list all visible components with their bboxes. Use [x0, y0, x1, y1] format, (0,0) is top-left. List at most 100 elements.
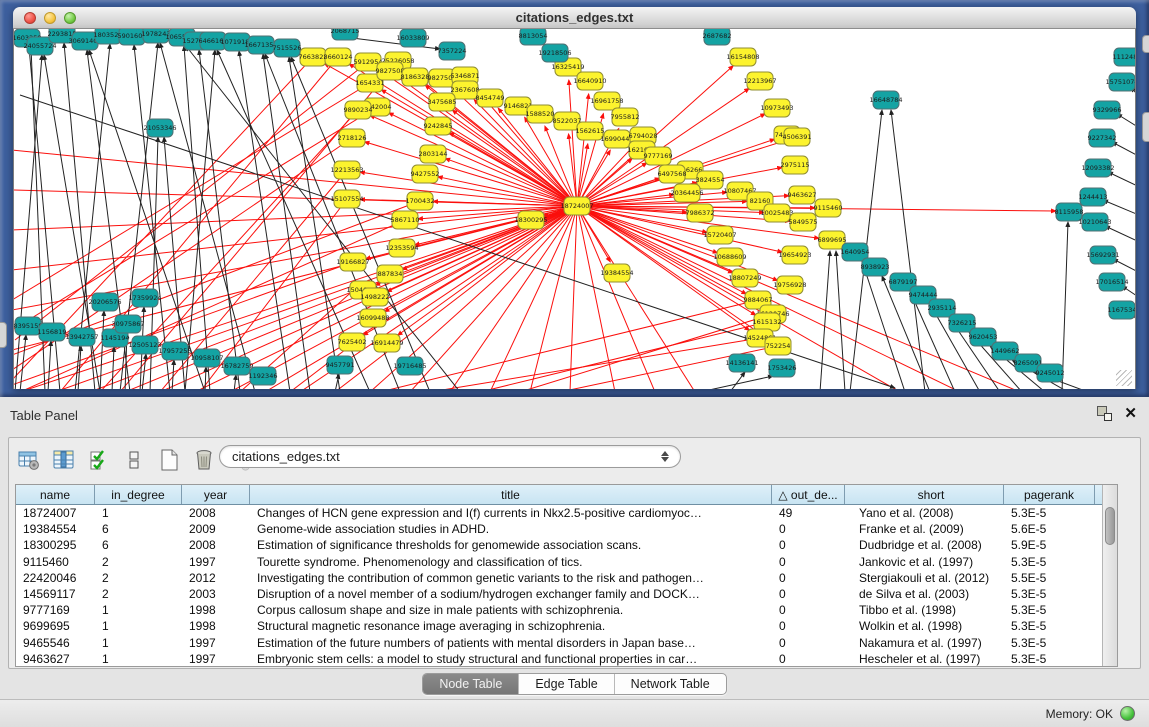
table-cell: 2008: [182, 505, 250, 521]
graph-node-label: 15107554: [330, 195, 363, 203]
table-row[interactable]: 911546021997Tourette syndrome. Phenomeno…: [16, 554, 1102, 570]
table-scrollbar[interactable]: [1102, 485, 1117, 666]
table-cell: 18300295: [16, 537, 95, 553]
graph-node-label: 1640954: [841, 248, 870, 256]
close-window-button[interactable]: [24, 12, 36, 24]
close-panel-icon[interactable]: ✕: [1124, 406, 1137, 421]
graph-node-label: 18724007: [560, 202, 593, 210]
graph-edge: [184, 46, 210, 389]
table-cell: 5.9E-5: [1004, 537, 1095, 553]
graph-node-label: 9227342: [1088, 134, 1117, 142]
right-panel-handle-top[interactable]: [1142, 35, 1149, 53]
column-header[interactable]: name: [16, 485, 95, 504]
tab-network-table[interactable]: Network Table: [615, 674, 726, 694]
table-row[interactable]: 1872400712008Changes of HCN gene express…: [16, 505, 1102, 521]
graph-node-label: 1156819: [38, 328, 67, 336]
graph-node-label: 8813054: [519, 32, 548, 40]
column-header[interactable]: △ out_de...: [772, 485, 845, 504]
table-cell: Hescheler et al. (1997): [845, 651, 1004, 666]
minimize-window-button[interactable]: [44, 12, 56, 24]
table-cell: 6: [95, 537, 182, 553]
table-cell: 5.3E-5: [1004, 635, 1095, 651]
table-row[interactable]: 946362711997Embryonic stem cells: a mode…: [16, 651, 1102, 666]
graph-node-label: 6497568: [658, 170, 687, 178]
table-settings-icon[interactable]: [17, 448, 41, 472]
graph-node-label: 12213563: [330, 166, 363, 174]
table-row[interactable]: 1830029562008Estimation of significance …: [16, 537, 1102, 553]
table-row[interactable]: 2242004622012Investigating the contribut…: [16, 570, 1102, 586]
new-table-icon[interactable]: [157, 448, 181, 472]
table-cell: 1998: [182, 618, 250, 634]
select-all-icon[interactable]: [87, 448, 111, 472]
table-cell: 1997: [182, 554, 250, 570]
table-cell: 0: [772, 635, 845, 651]
tab-node-table[interactable]: Node Table: [423, 674, 519, 694]
table-cell: 9463627: [16, 651, 95, 666]
tab-edge-table[interactable]: Edge Table: [519, 674, 614, 694]
graph-node-label: 6794028: [629, 132, 658, 140]
graph-node-label: 16782759: [220, 362, 253, 370]
table-row[interactable]: 946554611997Estimation of the future num…: [16, 635, 1102, 651]
table-panel-title: Table Panel: [10, 408, 78, 423]
table-cell: 5.3E-5: [1004, 602, 1095, 618]
graph-node-label: 16325419: [551, 63, 584, 71]
table-cell: 0: [772, 651, 845, 666]
column-header[interactable]: year: [182, 485, 250, 504]
window-resize-grip[interactable]: [1116, 370, 1132, 386]
graph-node-label: 9427552: [411, 170, 440, 178]
table-cell: 1: [95, 505, 182, 521]
column-header[interactable]: pagerank: [1004, 485, 1095, 504]
table-row[interactable]: 1938455462009Genome-wide association stu…: [16, 521, 1102, 537]
zoom-window-button[interactable]: [64, 12, 76, 24]
graph-node-label: 20206576: [88, 298, 121, 306]
graph-node-label: 5346871: [451, 72, 480, 80]
table-cell: 0: [772, 586, 845, 602]
table-selector-combobox[interactable]: citations_edges.txt: [219, 445, 681, 468]
graph-node-label: 1654331: [356, 79, 385, 87]
row-height-icon[interactable]: [122, 448, 146, 472]
table-panel-body: f(x) citations_edges.txt namein_degreeye…: [8, 437, 1141, 669]
graph-node-label: 1562615: [576, 127, 605, 135]
table-cell: 9465546: [16, 635, 95, 651]
show-columns-icon[interactable]: [52, 448, 76, 472]
application-window: citations_edges.txt 18724007766382286601…: [0, 0, 1149, 727]
graph-node-label: 18807249: [728, 274, 761, 282]
table-cell: Genome-wide association studies in ADHD.: [250, 521, 772, 537]
table-tabs: Node TableEdge TableNetwork Table: [0, 673, 1149, 695]
table-cell: Yano et al. (2008): [845, 505, 1004, 521]
table-row[interactable]: 977716911998Corpus callosum shape and si…: [16, 602, 1102, 618]
table-cell: 6: [95, 521, 182, 537]
scrollbar-thumb[interactable]: [1105, 507, 1115, 545]
graph-edge: [730, 372, 745, 389]
graph-node-label: 12093382: [1081, 164, 1114, 172]
table-cell: 49: [772, 505, 845, 521]
table-cell: 0: [772, 521, 845, 537]
delete-rows-icon[interactable]: [192, 448, 216, 472]
left-panel-handle[interactable]: [0, 322, 7, 348]
float-panel-icon[interactable]: [1097, 406, 1112, 421]
graph-node-label: 8938923: [861, 263, 890, 271]
table-cell: 5.3E-5: [1004, 554, 1095, 570]
table-cell: 5.3E-5: [1004, 505, 1095, 521]
network-window-titlebar[interactable]: citations_edges.txt: [13, 7, 1136, 29]
graph-node-label: 9329966: [1093, 106, 1122, 114]
graph-node-label: 13942757: [65, 333, 98, 341]
traffic-lights: [24, 12, 76, 24]
network-canvas[interactable]: 1872400776638228660124591295416543312342…: [13, 29, 1136, 389]
graph-node-label: 1145194: [101, 334, 130, 342]
table-cell: 1997: [182, 651, 250, 666]
network-graph[interactable]: 1872400776638228660124591295416543312342…: [14, 29, 1135, 389]
column-header[interactable]: title: [250, 485, 772, 504]
graph-node-label: 7326215: [948, 319, 977, 327]
graph-node-label: 16099488: [356, 314, 389, 322]
table-cell: Tibbo et al. (1998): [845, 602, 1004, 618]
table-row[interactable]: 969969511998Structural magnetic resonanc…: [16, 618, 1102, 634]
right-panel-handle[interactable]: [1142, 112, 1149, 142]
graph-node-label: 1244413: [1079, 193, 1108, 201]
graph-node-label: 4506391: [783, 133, 812, 141]
graph-node-label: 6899695: [818, 236, 847, 244]
column-header[interactable]: short: [845, 485, 1004, 504]
column-header[interactable]: in_degree: [95, 485, 182, 504]
table-row[interactable]: 1456911722003Disruption of a novel membe…: [16, 586, 1102, 602]
graph-node-label: 2068715: [331, 29, 360, 35]
